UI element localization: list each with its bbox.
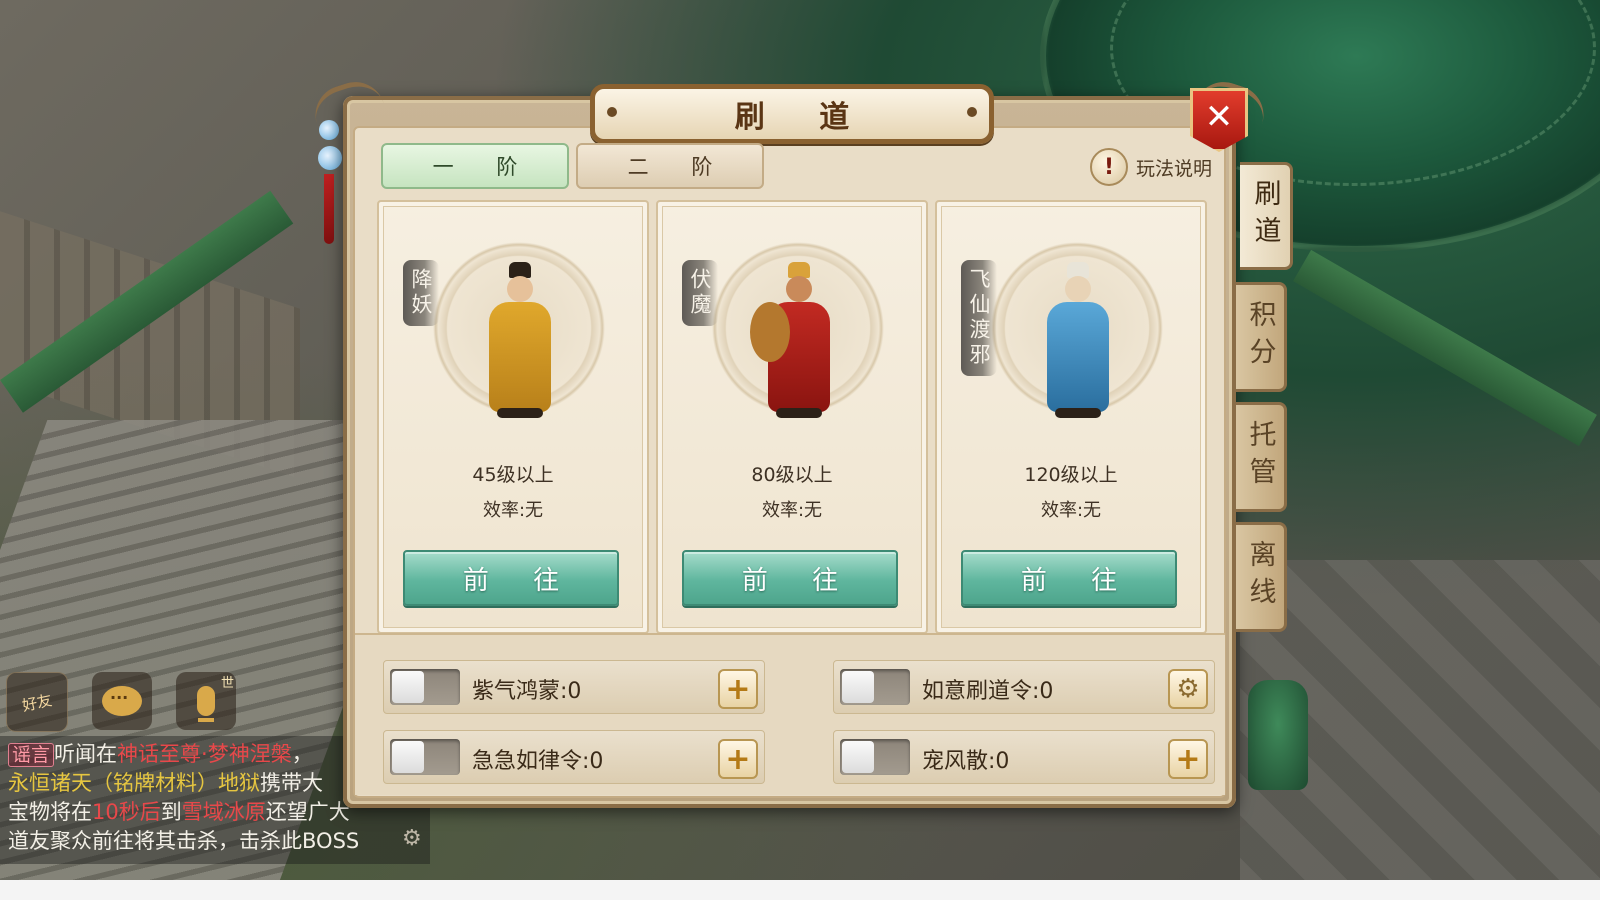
chat-line: 道友聚众前往将其击杀，击杀此BOSS	[8, 827, 422, 856]
go-button[interactable]: 前 往	[682, 550, 898, 606]
chat-bubble-icon[interactable]	[92, 672, 152, 730]
chat-text: 听闻在	[54, 742, 118, 766]
tab-tier-1[interactable]: 一 阶	[381, 143, 569, 189]
mode-card-xiangyao: 降妖 45级以上 效率:无 前 往	[377, 200, 649, 634]
friends-icon-label: 好友	[20, 690, 54, 715]
card-name: 降妖	[403, 260, 439, 326]
item-label: 宠风散:0	[922, 749, 1010, 774]
character-portrait-taoist	[477, 262, 563, 422]
dialog-title-plate: 刷 道	[590, 84, 994, 144]
item-toggle[interactable]	[390, 669, 460, 705]
side-tab-shuadao[interactable]: 刷道	[1240, 162, 1293, 270]
chat-highlight-yellow: 永恒诸天（铭牌材料）地狱	[8, 771, 260, 795]
card-name: 伏魔	[682, 260, 718, 326]
character-portrait-immortal	[1035, 262, 1121, 422]
item-toggle[interactable]	[840, 739, 910, 775]
title-rivet	[607, 107, 617, 117]
screen-bottom-strip	[0, 880, 1600, 900]
item-row-ruyi-shuadao-ling: 如意刷道令:0 ⚙	[833, 660, 1215, 714]
rumor-tag: 谣言	[8, 743, 55, 767]
help-icon: !	[1090, 148, 1128, 186]
gameplay-help-link[interactable]: ! 玩法说明	[1090, 148, 1212, 186]
mode-card-fumo: 伏魔 80级以上 效率:无 前 往	[656, 200, 928, 634]
plus-icon[interactable]: +	[718, 739, 758, 779]
item-row-ziqi-hongmeng: 紫气鸿蒙:0 +	[383, 660, 765, 714]
dialog-title: 刷 道	[734, 100, 872, 135]
side-tab-hosting[interactable]: 托管	[1236, 402, 1287, 512]
chat-text: 宝物将在	[8, 800, 92, 824]
green-railing-right	[1293, 249, 1597, 447]
item-row-chongfeng-san: 宠风散:0 +	[833, 730, 1215, 784]
item-toggle[interactable]	[390, 739, 460, 775]
go-button[interactable]: 前 往	[403, 550, 619, 606]
item-label: 紫气鸿蒙:0	[472, 679, 582, 704]
card-name: 飞仙渡邪	[961, 260, 997, 376]
chat-text: 还望广大	[265, 800, 350, 824]
chat-text: 到	[160, 800, 182, 824]
help-label: 玩法说明	[1136, 157, 1213, 180]
card-efficiency: 效率:无	[1040, 500, 1102, 521]
side-tab-offline[interactable]: 离线	[1236, 522, 1287, 632]
go-button[interactable]: 前 往	[961, 550, 1177, 606]
chat-highlight-red: 神话至尊·梦神涅槃	[117, 742, 292, 766]
side-tab-points[interactable]: 积分	[1236, 282, 1287, 392]
card-level-requirement: 80级以上	[751, 464, 833, 486]
item-row-jiji-rulu-ling: 急急如律令:0 +	[383, 730, 765, 784]
chat-settings-gear-icon[interactable]: ⚙	[402, 826, 422, 851]
close-icon: ✕	[1204, 97, 1234, 137]
chat-toolbar: 好友 世	[6, 672, 236, 732]
chat-text: 道友聚众前往将其击杀，击杀此BOSS	[8, 829, 360, 853]
tab-tier-2[interactable]: 二 阶	[576, 143, 764, 189]
card-level-requirement: 120级以上	[1024, 464, 1118, 486]
item-label: 如意刷道令:0	[922, 679, 1054, 704]
plus-icon[interactable]: +	[1168, 739, 1208, 779]
chat-highlight-red: 10秒后	[92, 800, 161, 824]
title-rivet	[967, 107, 977, 117]
chat-text: ，	[291, 742, 313, 766]
world-channel-badge: 世	[220, 676, 234, 691]
mode-card-feixian-duxie: 飞仙渡邪 120级以上 效率:无 前 往	[935, 200, 1207, 634]
card-efficiency: 效率:无	[761, 500, 823, 521]
hanging-jade-ornament	[318, 120, 342, 270]
card-efficiency: 效率:无	[482, 500, 544, 521]
item-toggle[interactable]	[840, 669, 910, 705]
friends-icon[interactable]: 好友	[6, 672, 68, 732]
microphone-icon[interactable]: 世	[176, 672, 236, 730]
plus-icon[interactable]: +	[718, 669, 758, 709]
character-portrait-warrior	[750, 262, 842, 422]
item-label: 急急如律令:0	[472, 749, 604, 774]
chat-text: 携带大	[260, 771, 323, 795]
bronze-urn	[1248, 680, 1308, 790]
gear-icon[interactable]: ⚙	[1168, 669, 1208, 709]
card-level-requirement: 45级以上	[472, 464, 554, 486]
chat-highlight-red: 雪域冰原	[181, 800, 266, 824]
